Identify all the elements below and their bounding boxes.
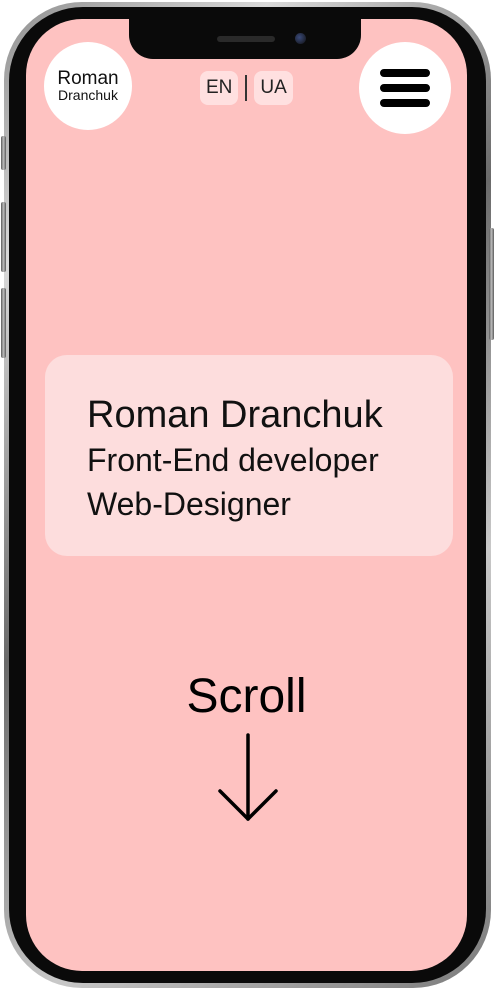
hamburger-menu-icon: [380, 99, 430, 107]
language-switcher: EN UA: [200, 71, 293, 105]
hamburger-menu-icon: [380, 69, 430, 77]
hero-text: Roman Dranchuk Front-End developer Web-D…: [87, 393, 383, 526]
logo-last-name: Dranchuk: [58, 87, 118, 103]
language-divider: [245, 75, 248, 101]
hero-name: Roman Dranchuk: [87, 394, 383, 436]
mute-switch: [1, 136, 6, 170]
hero-role-frontend: Front-End developer: [87, 442, 379, 478]
volume-down-button: [1, 288, 6, 358]
logo[interactable]: Roman Dranchuk: [44, 42, 132, 130]
screen: Roman Dranchuk EN UA Roman Dranchuk Fron…: [26, 19, 467, 971]
speaker-grille: [217, 36, 275, 42]
volume-up-button: [1, 202, 6, 272]
phone-notch: [129, 19, 361, 59]
menu-button[interactable]: [359, 42, 451, 134]
front-camera: [295, 33, 306, 44]
power-button: [489, 228, 494, 340]
language-ua-button[interactable]: UA: [254, 71, 293, 105]
language-en-button[interactable]: EN: [200, 71, 239, 105]
arrow-down-icon[interactable]: [217, 733, 279, 823]
hamburger-menu-icon: [380, 84, 430, 92]
scroll-label[interactable]: Scroll: [26, 669, 467, 725]
hero-card: Roman Dranchuk Front-End developer Web-D…: [45, 355, 453, 556]
logo-first-name: Roman: [57, 68, 119, 89]
hero-role-designer: Web-Designer: [87, 486, 291, 522]
